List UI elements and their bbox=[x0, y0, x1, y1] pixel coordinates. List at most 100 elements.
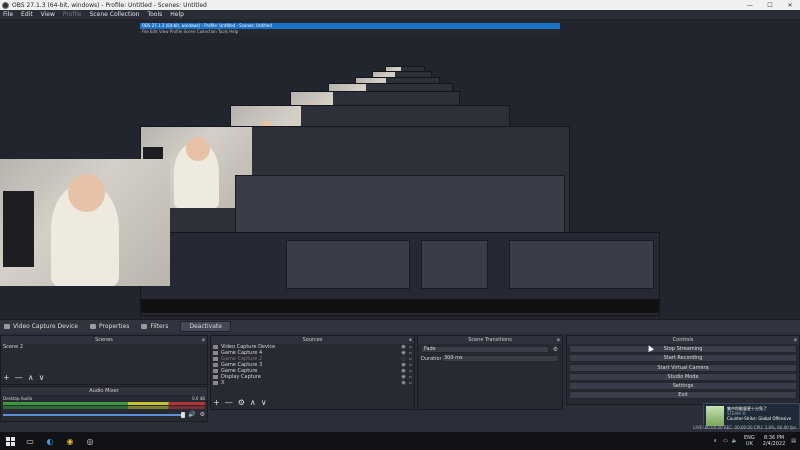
obs-taskbar-icon[interactable]: ◎ bbox=[80, 432, 100, 450]
duration-label: Duration bbox=[421, 355, 443, 362]
transition-duration-row: Duration 300 ms bbox=[421, 355, 559, 362]
start-virtual-camera-button[interactable]: Start Virtual Camera bbox=[569, 363, 797, 372]
sources-dock: Sources ▪ Video Capture Device ◉ ▫ Game Cap… bbox=[210, 335, 415, 410]
preview-canvas[interactable]: OBS 27.1.3 (64-bit, windows) - Profile: … bbox=[0, 19, 800, 319]
maximize-button[interactable]: ☐ bbox=[760, 2, 780, 9]
notification-center-icon[interactable]: ▤ bbox=[791, 438, 796, 444]
game-capture-icon bbox=[213, 369, 218, 373]
game-capture-icon bbox=[213, 357, 218, 361]
source-properties-button[interactable]: ⚙ bbox=[238, 398, 245, 407]
studio-mode-button[interactable]: Studio Mode bbox=[569, 372, 797, 381]
menu-bar: File Edit View Profile Scene Collection … bbox=[0, 10, 800, 19]
volume-meter bbox=[3, 402, 205, 405]
menu-scene-collection[interactable]: Scene Collection bbox=[90, 11, 140, 18]
task-view-icon[interactable]: ▭ bbox=[20, 432, 40, 450]
game-capture-icon bbox=[213, 363, 218, 367]
video-capture-feed bbox=[0, 159, 170, 286]
source-context-bar: Video Capture Device Properties Filters … bbox=[0, 319, 800, 333]
visibility-eye-icon[interactable]: ◉ bbox=[400, 380, 407, 386]
filters-button[interactable]: Filters bbox=[141, 323, 168, 330]
obs-logo-icon bbox=[2, 1, 9, 9]
notification-avatar bbox=[706, 406, 724, 426]
chrome-icon[interactable]: ◉ bbox=[60, 432, 80, 450]
source-item[interactable]: X ◉ ▫ bbox=[211, 380, 414, 386]
channel-name: Desktop Audio bbox=[3, 396, 33, 401]
duration-input[interactable]: 300 ms bbox=[441, 355, 559, 362]
volume-slider[interactable] bbox=[3, 411, 186, 418]
channel-level: 0.0 dB bbox=[192, 396, 205, 401]
start-button[interactable] bbox=[0, 432, 20, 450]
source-icon bbox=[213, 381, 218, 385]
system-tray: ∧ ▭ 🔈 ENG UK 8:36 PM 2/4/2022 ▤ bbox=[713, 435, 800, 447]
menu-profile[interactable]: Profile bbox=[63, 11, 82, 18]
nested-menu-bar: File Edit View Profile Scene Collection … bbox=[140, 29, 560, 34]
dock-close-icon[interactable]: ▪ bbox=[557, 336, 560, 344]
window-titlebar: OBS 27.1.3 (64-bit, windows) - Profile: … bbox=[0, 0, 800, 10]
properties-button[interactable]: Properties bbox=[90, 323, 129, 330]
notification-text: 集中你能量更十分兔了 STEAM ® Counter-Strike: Globa… bbox=[727, 406, 791, 426]
add-source-button[interactable]: + bbox=[213, 398, 220, 407]
exit-button[interactable]: Exit bbox=[569, 391, 797, 400]
windows-taskbar: ▭ ◐ ◉ ◎ ∧ ▭ 🔈 ENG UK 8:36 PM 2/4/2022 ▤ bbox=[0, 432, 800, 450]
clock[interactable]: 8:36 PM 2/4/2022 bbox=[763, 435, 785, 447]
audio-mixer-dock: Audio Mixer Desktop Audio 0.0 dB 🔊 ⚙ bbox=[0, 386, 208, 422]
scenes-toolbar: + — ∧ ∨ bbox=[3, 373, 44, 382]
minimize-button[interactable]: — bbox=[740, 2, 760, 9]
window-title: OBS 27.1.3 (64-bit, windows) - Profile: … bbox=[12, 1, 207, 9]
sources-toolbar: + — ⚙ ∧ ∨ bbox=[213, 398, 267, 407]
close-button[interactable]: ✕ bbox=[780, 2, 800, 9]
recursive-layer bbox=[140, 232, 660, 316]
mixer-channel: Desktop Audio 0.0 dB bbox=[1, 395, 207, 401]
move-scene-up-button[interactable]: ∧ bbox=[28, 373, 34, 382]
selected-source: Video Capture Device bbox=[4, 323, 78, 330]
stop-streaming-button[interactable]: Stop Streaming bbox=[569, 345, 797, 354]
transition-type-select[interactable]: Fade bbox=[421, 346, 549, 353]
add-scene-button[interactable]: + bbox=[3, 373, 10, 382]
menu-tools[interactable]: Tools bbox=[147, 11, 162, 18]
tray-chevron-icon[interactable]: ∧ bbox=[713, 438, 717, 444]
gear-icon bbox=[90, 324, 97, 329]
scenes-header: Scenes ▪ bbox=[1, 336, 207, 344]
notification-line2: Counter-Strike: Global Offensive bbox=[727, 416, 792, 421]
settings-button[interactable]: Settings bbox=[569, 381, 797, 390]
start-recording-button[interactable]: Start Recording bbox=[569, 354, 797, 363]
menu-edit[interactable]: Edit bbox=[21, 11, 33, 18]
windows-logo-icon bbox=[5, 436, 15, 446]
sources-header: Sources ▪ bbox=[211, 336, 414, 344]
menu-file[interactable]: File bbox=[3, 11, 13, 18]
scene-transitions-dock: Scene Transitions ▪ Fade ⚙ Duration 300 m… bbox=[417, 335, 563, 410]
gear-icon[interactable]: ⚙ bbox=[552, 346, 559, 353]
edge-browser-icon[interactable]: ◐ bbox=[40, 432, 60, 450]
move-scene-down-button[interactable]: ∨ bbox=[39, 373, 45, 382]
move-source-down-button[interactable]: ∨ bbox=[261, 398, 267, 407]
scenes-dock: Scenes ▪ Scene 2 + — ∧ ∨ bbox=[0, 335, 208, 385]
deactivate-button[interactable]: Deactivate bbox=[180, 321, 231, 332]
scene-item[interactable]: Scene 2 bbox=[1, 344, 207, 350]
volume-meter bbox=[3, 406, 205, 409]
dock-close-icon[interactable]: ▪ bbox=[202, 336, 205, 344]
language-indicator[interactable]: ENG UK bbox=[744, 435, 755, 447]
menu-view[interactable]: View bbox=[41, 11, 55, 18]
move-source-up-button[interactable]: ∧ bbox=[250, 398, 256, 407]
volume-icon[interactable]: 🔈 bbox=[732, 438, 738, 444]
controls-header: Controls ▪ bbox=[567, 336, 799, 344]
lock-icon[interactable]: ▫ bbox=[407, 380, 414, 386]
controls-dock: Controls ▪ Stop Streaming Start Recording… bbox=[566, 335, 800, 405]
remove-scene-button[interactable]: — bbox=[15, 373, 23, 382]
dock-close-icon[interactable]: ▪ bbox=[409, 336, 412, 344]
dock-close-icon[interactable]: ▪ bbox=[794, 336, 797, 344]
speaker-icon[interactable]: 🔊 bbox=[188, 411, 195, 418]
status-bar: LIVE: 00:00:00 REC: 00:00:00 CPU: 3.8%, … bbox=[693, 425, 796, 430]
video-capture-icon bbox=[4, 324, 10, 329]
game-capture-icon bbox=[213, 351, 218, 355]
menu-help[interactable]: Help bbox=[170, 11, 184, 18]
transition-type-row: Fade ⚙ bbox=[421, 346, 559, 353]
window-controls: — ☐ ✕ bbox=[740, 2, 800, 9]
remove-source-button[interactable]: — bbox=[225, 398, 233, 407]
filter-icon bbox=[141, 324, 148, 329]
camera-icon bbox=[213, 345, 218, 349]
fader-row: 🔊 ⚙ bbox=[3, 411, 205, 418]
gear-icon[interactable]: ⚙ bbox=[200, 411, 205, 418]
transitions-header: Scene Transitions ▪ bbox=[418, 336, 562, 344]
network-icon[interactable]: ▭ bbox=[723, 438, 728, 444]
